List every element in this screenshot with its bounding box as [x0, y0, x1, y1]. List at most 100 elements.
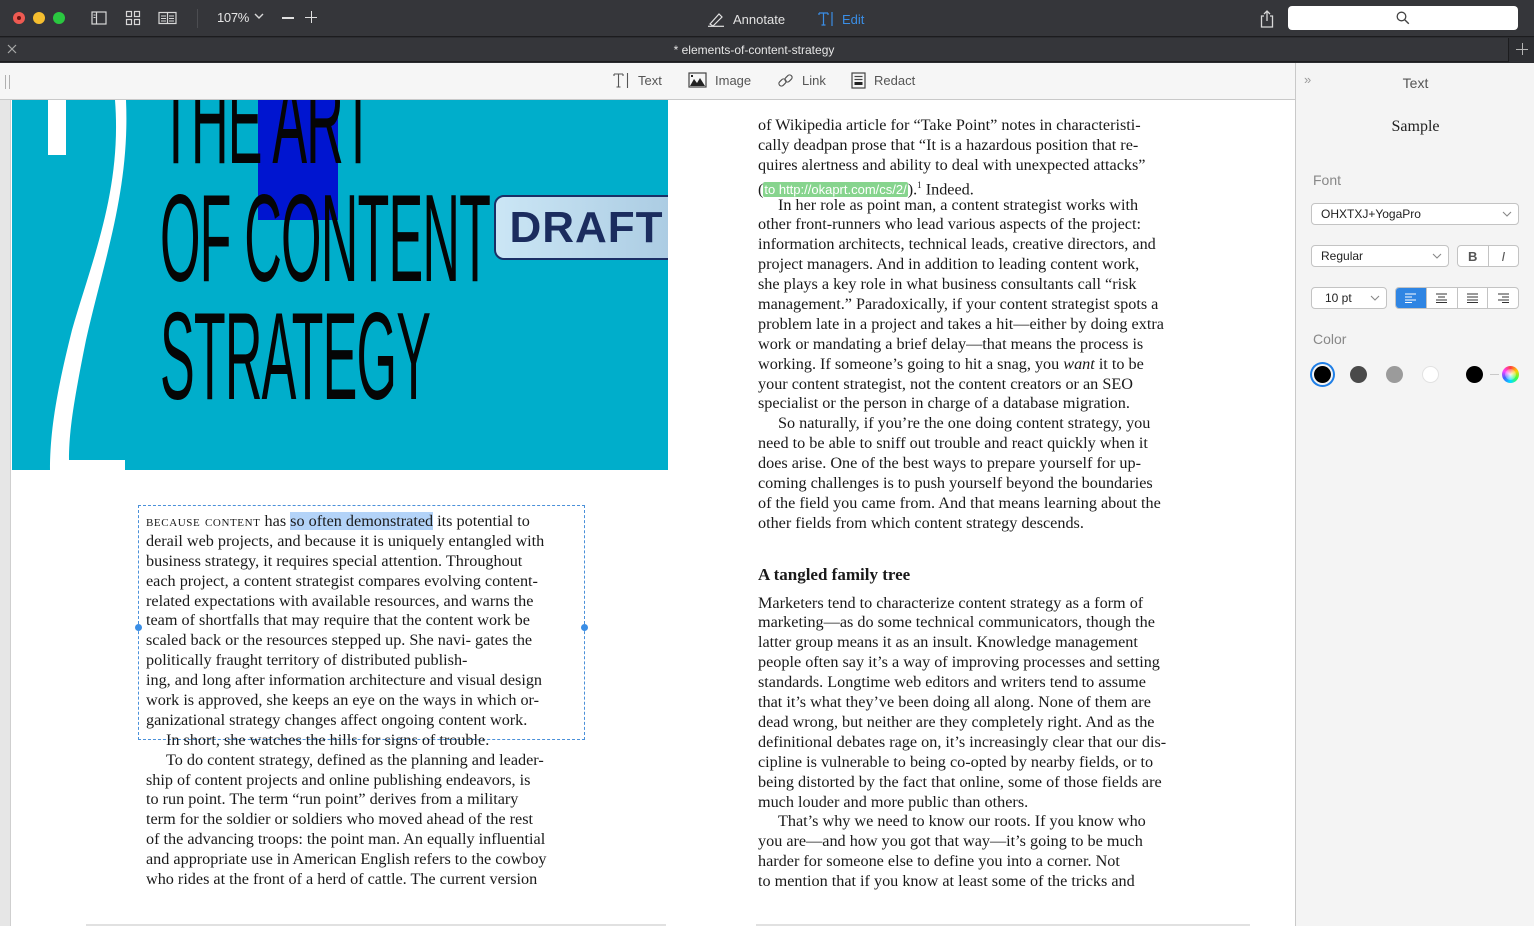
font-section-label: Font — [1313, 172, 1342, 188]
text-selection[interactable]: so often demonstrated — [290, 512, 434, 530]
text-alignment-group — [1395, 287, 1519, 309]
text-line: related expectations with available reso… — [146, 591, 534, 610]
add-image-button[interactable]: Image — [688, 72, 751, 88]
share-icon[interactable] — [1258, 9, 1276, 29]
draft-stamp[interactable]: DRAFT — [494, 195, 668, 260]
edit-label: Edit — [842, 11, 865, 27]
text-inspector-panel: » Text Sample Font OHXTXJ+YogaPro Regula… — [1295, 63, 1534, 926]
text-line: does arise. One of the best ways to prep… — [758, 454, 1141, 473]
two-page-view-icon[interactable] — [158, 10, 177, 26]
text-tool-icon — [613, 73, 629, 88]
align-right-icon — [1497, 293, 1509, 303]
text-line: work or mandating a brief delay—that mea… — [758, 334, 1144, 353]
font-size-value: 10 pt — [1325, 291, 1352, 305]
text-line: of the field you came from. And that mea… — [758, 493, 1161, 512]
text-line: derail web projects, and because it is u… — [146, 531, 545, 550]
color-section-label: Color — [1313, 331, 1347, 347]
text-line: other fields from which content strategy… — [758, 513, 1084, 532]
zoom-out-button[interactable] — [282, 17, 294, 19]
color-swatch-dark-gray[interactable] — [1350, 366, 1367, 383]
color-swatch-white[interactable] — [1422, 366, 1439, 383]
edit-mode-button[interactable]: Edit — [818, 9, 864, 29]
chapter-number-2-graphic — [48, 100, 127, 470]
text-line: problem late in a project and takes a hi… — [758, 314, 1164, 333]
resize-handle-left[interactable] — [135, 624, 142, 631]
align-justify-button[interactable] — [1458, 288, 1489, 308]
align-right-button[interactable] — [1488, 288, 1518, 308]
align-justify-icon — [1466, 293, 1478, 303]
add-text-button[interactable]: Text — [613, 72, 662, 89]
text-line: project managers. And in addition to lea… — [758, 255, 1140, 274]
color-swatch-gray[interactable] — [1386, 366, 1403, 383]
zoom-level[interactable]: 107% — [217, 10, 249, 25]
font-style-select[interactable]: Regular — [1311, 245, 1449, 267]
font-sample-preview: Sample — [1391, 118, 1440, 135]
bold-label: B — [1468, 248, 1478, 264]
text-line: working. If someone’s going to hit a sna… — [758, 355, 1166, 375]
color-swatch-black[interactable] — [1314, 366, 1331, 383]
link-tool-label: Link — [802, 73, 826, 88]
text-line: much louder and more public than others. — [758, 792, 1029, 811]
text-line: In her role as point man, a content stra… — [778, 195, 1139, 214]
italic-button[interactable]: I — [1489, 246, 1519, 266]
text-line: cipline is vulnerable to being co-opted … — [758, 752, 1154, 771]
annotate-mode-button[interactable]: Annotate — [707, 9, 785, 29]
text-line: to run point. The term “run point” deriv… — [146, 790, 519, 809]
text-line: need to be able to sniff out trouble and… — [758, 434, 1148, 453]
resize-handle-right[interactable] — [581, 624, 588, 631]
text-line: That’s why we need to know our roots. If… — [778, 812, 1146, 831]
zoom-in-button[interactable] — [305, 11, 317, 23]
image-tool-icon — [688, 72, 707, 88]
thumbnail-grid-icon[interactable] — [125, 10, 141, 26]
text-line: ship of content projects and online publ… — [146, 770, 531, 789]
new-tab-button[interactable] — [1508, 38, 1534, 62]
text-line: work is approved, she keeps an eye on th… — [146, 691, 540, 710]
text-line: of the advancing troops: the point man. … — [146, 830, 546, 849]
left-page-text[interactable]: because content has so often demonstrate… — [146, 512, 547, 890]
current-color-well[interactable] — [1466, 366, 1483, 383]
font-size-select[interactable]: 10 pt — [1311, 287, 1387, 309]
chevron-down-icon — [1502, 211, 1512, 217]
color-picker-wheel-icon[interactable] — [1502, 366, 1519, 383]
hyperlink[interactable]: to http://okaprt.com/cs/2/ — [763, 182, 908, 198]
chevron-down-icon — [1432, 253, 1442, 259]
search-icon — [1396, 11, 1410, 25]
tab-bar: * elements-of-content-strategy — [0, 38, 1534, 62]
text-line: (to http://okaprt.com/cs/2/).1 Indeed. — [758, 176, 1166, 198]
align-center-button[interactable] — [1427, 288, 1458, 308]
text-line: information architects, technical leads,… — [758, 235, 1156, 254]
zoom-dropdown-chevron-icon[interactable] — [254, 11, 264, 21]
text-line: standards. Longtime web editors and writ… — [758, 673, 1146, 692]
text-line: politically fraught territory of distrib… — [146, 651, 468, 670]
add-link-button[interactable]: Link — [777, 72, 826, 89]
text-fragment: it to be — [1094, 354, 1144, 373]
text-line: and appropriate use in American English … — [146, 850, 547, 869]
text-line: other front-runners who lead various asp… — [758, 215, 1141, 234]
text-line: you are—and how you got that way—it’s go… — [758, 832, 1143, 851]
toolbar-grip-handle[interactable] — [5, 75, 10, 89]
align-left-button[interactable] — [1396, 288, 1427, 308]
font-family-select[interactable]: OHXTXJ+YogaPro — [1311, 203, 1519, 225]
text-line: that it’s what they’ve been doing all al… — [758, 693, 1151, 712]
bold-button[interactable]: B — [1458, 246, 1489, 266]
redact-button[interactable]: Redact — [851, 72, 915, 89]
window-close-button[interactable] — [13, 12, 25, 24]
document-canvas[interactable]: THE ART OF CONTENT STRATEGY DRAFT becaus… — [0, 100, 1295, 926]
pencil-icon — [708, 13, 724, 27]
window-maximize-button[interactable] — [53, 12, 65, 24]
window-minimize-button[interactable] — [33, 12, 45, 24]
text-line: latter group means it as an insult. Know… — [758, 633, 1138, 652]
document-tab-title[interactable]: * elements-of-content-strategy — [0, 43, 1508, 57]
text-line: quires alertness and ability to deal wit… — [758, 155, 1146, 174]
cover-title: THE ART OF CONTENT STRATEGY — [160, 100, 491, 426]
text-line: To do content strategy, defined as the p… — [166, 750, 544, 769]
text-tool-label: Text — [638, 73, 662, 88]
right-page-text[interactable]: of Wikipedia article for “Take Point” no… — [758, 116, 1166, 892]
text-line: she plays a key role in what business co… — [758, 275, 1137, 294]
search-input[interactable] — [1288, 6, 1518, 30]
book-cover-image[interactable]: THE ART OF CONTENT STRATEGY DRAFT — [12, 100, 668, 470]
text-line: specialist or the person in charge of a … — [758, 394, 1130, 413]
chevron-down-icon — [1370, 295, 1380, 301]
sidebar-toggle-icon[interactable] — [91, 10, 107, 26]
